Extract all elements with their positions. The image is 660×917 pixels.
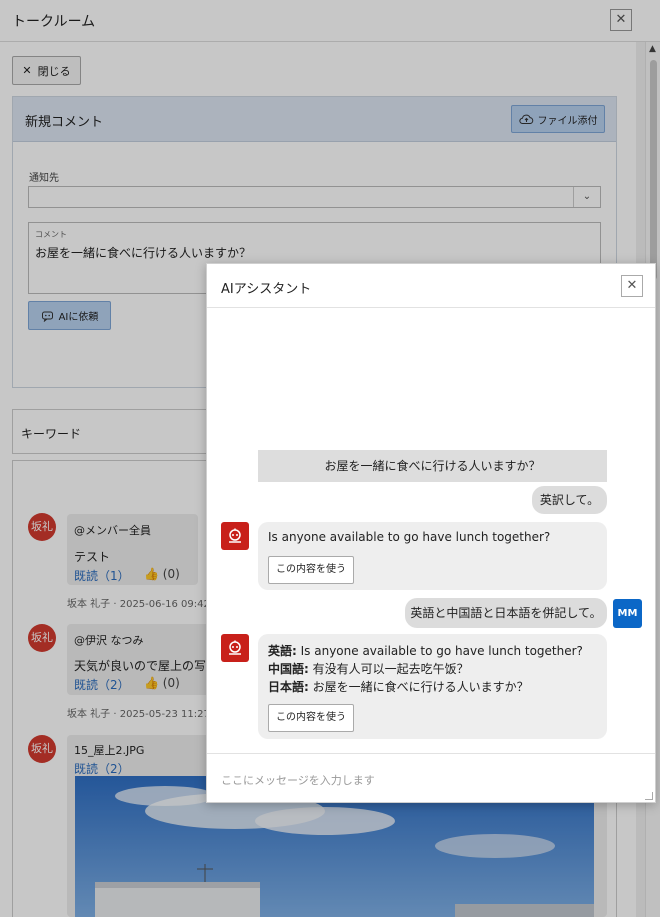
assistant-message: Is anyone available to go have lunch tog… [258,522,607,590]
ai-dialog-title: AIアシスタント [221,282,312,297]
user-message: 英訳して。 [532,486,607,514]
assistant-line-english: 英語: Is anyone available to go have lunch… [268,642,583,659]
use-content-button[interactable]: この内容を使う [268,704,354,732]
close-icon: ✕ [626,278,638,293]
quoted-comment: お屋を一緒に食べに行ける人いますか？ [258,450,607,482]
language-label: 日本語: [268,680,309,694]
assistant-text: Is anyone available to go have lunch tog… [268,530,551,544]
message-input[interactable]: ここにメッセージを入力します [207,753,655,802]
translation-text: お屋を一緒に食べに行ける人いますか？ [308,680,529,694]
use-content-button[interactable]: この内容を使う [268,556,354,584]
ai-dialog-header: AIアシスタント ✕ [207,264,655,308]
translation-text: Is anyone available to go have lunch tog… [296,644,583,658]
bot-icon [229,640,241,655]
ai-dialog-close-button[interactable]: ✕ [621,275,643,297]
user-message: 英語と中国語と日本語を併記して。 [405,598,607,628]
assistant-line-japanese: 日本語: お屋を一緒に食べに行ける人いますか？ [268,678,529,695]
assistant-line-chinese: 中国語: 有没有人可以一起去吃午饭？ [268,660,469,677]
assistant-message: 英語: Is anyone available to go have lunch… [258,634,607,739]
language-label: 中国語: [268,662,309,676]
translation-text: 有没有人可以一起去吃午饭？ [308,662,469,676]
user-avatar: MM [613,599,642,628]
message-input-placeholder: ここにメッセージを入力します [221,774,375,787]
bot-avatar [221,522,249,550]
ai-assistant-dialog: AIアシスタント ✕ お屋を一緒に食べに行ける人いますか？ 英訳して。 Is a… [206,263,656,803]
language-label: 英語: [268,644,297,658]
resize-handle[interactable] [645,792,653,800]
bot-avatar [221,634,249,662]
bot-icon [229,528,241,543]
